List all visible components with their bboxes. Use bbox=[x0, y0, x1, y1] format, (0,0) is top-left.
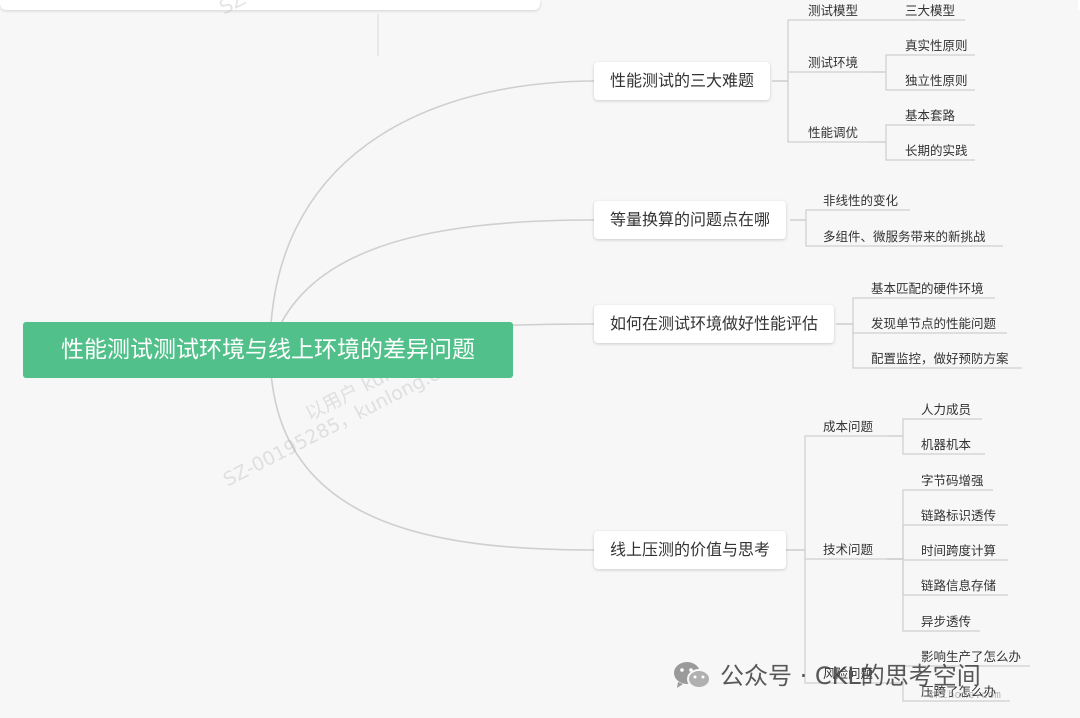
footer-url: cklhome.com bbox=[928, 688, 1001, 701]
subtopic-cost-issues[interactable]: 成本问题 bbox=[823, 419, 873, 435]
wechat-account-label: 公众号 · CKL的思考空间 bbox=[720, 662, 981, 690]
leaf-matching-hardware[interactable]: 基本匹配的硬件环境 bbox=[871, 281, 984, 297]
root-topic[interactable]: 性能测试测试环境与线上环境的差异问题 bbox=[23, 322, 513, 378]
leaf-trace-id-propagation[interactable]: 链路标识透传 bbox=[921, 508, 996, 524]
branch-test-env-evaluation[interactable]: 如何在测试环境做好性能评估 bbox=[594, 305, 835, 343]
subtopic-performance-tuning[interactable]: 性能调优 bbox=[808, 125, 858, 141]
leaf-machine-cost[interactable]: 机器机本 bbox=[921, 437, 971, 453]
leaf-monitoring-prevention[interactable]: 配置监控，做好预防方案 bbox=[871, 351, 1009, 367]
connector-subtopic-cost-issues bbox=[786, 435, 887, 551]
leaf-microservice-challenge[interactable]: 多组件、微服务带来的新挑战 bbox=[823, 229, 986, 245]
leaf-bytecode-enhancement[interactable]: 字节码增强 bbox=[921, 473, 984, 489]
wechat-icon bbox=[674, 662, 711, 689]
connector-subtopic-test-environment bbox=[772, 71, 870, 82]
connector-leaf-b3-1-2 bbox=[887, 558, 1008, 561]
leaf-manpower[interactable]: 人力成员 bbox=[921, 402, 971, 418]
branch-three-challenges[interactable]: 性能测试的三大难题 bbox=[594, 62, 771, 100]
mind-map-canvas: SZ 以用户 kunlong.chen SZ-00195285，kunlong.… bbox=[0, 0, 1080, 718]
connector-leaf-b0-2-0 bbox=[870, 124, 975, 143]
leaf-async-propagation[interactable]: 异步透传 bbox=[921, 614, 971, 630]
subtopic-test-environment[interactable]: 测试环境 bbox=[808, 55, 858, 71]
leaf-three-models[interactable]: 三大模型 bbox=[905, 3, 955, 19]
leaf-single-node-issues[interactable]: 发现单节点的性能问题 bbox=[871, 316, 996, 332]
leaf-nonlinear-change[interactable]: 非线性的变化 bbox=[823, 193, 898, 209]
connector-leaf-b1-0 bbox=[790, 209, 910, 221]
leaf-basic-routine[interactable]: 基本套路 bbox=[905, 108, 955, 124]
leaf-independence-principle[interactable]: 独立性原则 bbox=[905, 73, 968, 89]
leaf-time-span-calculation[interactable]: 时间跨度计算 bbox=[921, 543, 996, 559]
subtopic-technical-issues[interactable]: 技术问题 bbox=[823, 542, 873, 558]
leaf-trace-info-storage[interactable]: 链路信息存储 bbox=[921, 578, 996, 594]
branch-equivalent-conversion[interactable]: 等量换算的问题点在哪 bbox=[594, 201, 787, 239]
connector-root-branch-1 bbox=[269, 80, 595, 351]
connector-leaf-b3-0-0 bbox=[887, 418, 982, 437]
subtopic-test-model[interactable]: 测试模型 bbox=[808, 3, 858, 19]
leaf-long-term-practice[interactable]: 长期的实践 bbox=[905, 143, 968, 159]
connector-leaf-b0-1-0 bbox=[870, 54, 975, 73]
leaf-realism-principle[interactable]: 真实性原则 bbox=[905, 38, 968, 54]
branch-online-stress-test[interactable]: 线上压测的价值与思考 bbox=[594, 531, 787, 569]
